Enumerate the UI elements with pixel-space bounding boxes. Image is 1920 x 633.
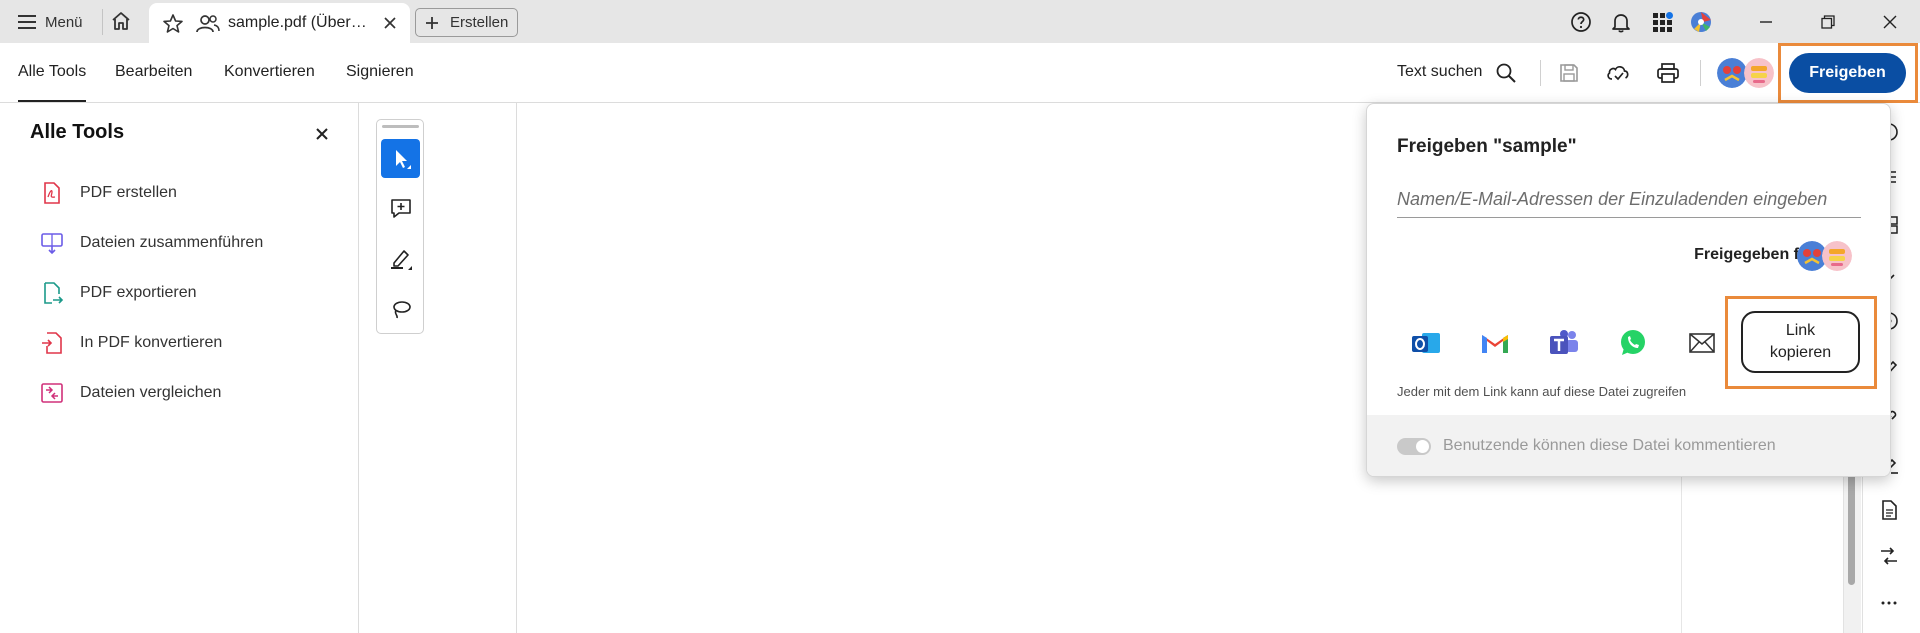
- tab-title: sample.pdf (Über…: [228, 14, 367, 31]
- pdf-create-icon: [44, 182, 60, 204]
- user-avatar[interactable]: [1717, 58, 1747, 88]
- search-text-button[interactable]: Text suchen: [1397, 63, 1482, 81]
- hamburger-icon: [18, 15, 36, 29]
- divider: [1700, 60, 1701, 86]
- shared-with-label: Freigegeben für: [1694, 246, 1815, 263]
- divider: [1540, 60, 1541, 86]
- tool-pdf-create[interactable]: PDF erstellen: [40, 181, 177, 205]
- home-icon: [112, 12, 130, 30]
- minimize-icon[interactable]: [1755, 11, 1777, 33]
- document-tab[interactable]: sample.pdf (Über…: [149, 3, 410, 43]
- help-icon[interactable]: [1570, 11, 1592, 33]
- main-toolbar: Alle Tools Bearbeiten Konvertieren Signi…: [0, 43, 1920, 103]
- more-options-icon[interactable]: [1876, 590, 1902, 616]
- convert-to-pdf-icon: [42, 332, 62, 354]
- add-comment-button[interactable]: [381, 189, 420, 228]
- tool-export-pdf[interactable]: PDF exportieren: [40, 281, 197, 305]
- tab-convert[interactable]: Konvertieren: [224, 63, 315, 81]
- tool-label: In PDF konvertieren: [80, 334, 223, 351]
- quick-tools-strip: [376, 119, 424, 334]
- tool-label: Dateien zusammenführen: [80, 234, 264, 251]
- title-bar: Menü sample.pdf (Über… Erstellen: [0, 0, 1920, 43]
- restore-icon[interactable]: [1817, 11, 1839, 33]
- drag-handle[interactable]: [382, 125, 419, 128]
- tool-label: PDF erstellen: [80, 184, 177, 201]
- cursor-icon: [395, 149, 411, 169]
- mail-icon[interactable]: [1685, 326, 1719, 360]
- lasso-tool-button[interactable]: [381, 289, 420, 328]
- menu-label: Menü: [45, 13, 83, 31]
- outlook-icon[interactable]: [1409, 326, 1443, 360]
- comment-permission-label: Benutzende können diese Datei kommentier…: [1443, 437, 1776, 454]
- share-dialog: Freigeben "sample" Freigegeben für Link …: [1366, 103, 1891, 477]
- tool-label: Dateien vergleichen: [80, 384, 222, 401]
- export-pdf-icon: [44, 282, 64, 304]
- create-label: Erstellen: [450, 14, 509, 31]
- divider: [102, 9, 103, 35]
- print-icon[interactable]: [1654, 59, 1682, 87]
- recipient-input[interactable]: [1397, 182, 1861, 218]
- all-tools-panel: Alle Tools PDF erstellen Dateien zusamme…: [0, 103, 359, 633]
- profile-avatar[interactable]: [1690, 11, 1712, 33]
- share-dialog-footer: Benutzende können diese Datei kommentier…: [1367, 415, 1890, 476]
- teams-icon[interactable]: [1547, 326, 1581, 360]
- collaborator-avatar[interactable]: [1744, 58, 1774, 88]
- tool-merge-files[interactable]: Dateien zusammenführen: [40, 231, 263, 255]
- document-left-edge: [516, 103, 517, 633]
- compare-files-icon: [41, 383, 63, 403]
- whatsapp-icon[interactable]: [1616, 326, 1650, 360]
- close-tab-icon[interactable]: [381, 14, 399, 37]
- panel-title: Alle Tools: [30, 121, 125, 143]
- select-tool-button[interactable]: [381, 139, 420, 178]
- gmail-icon[interactable]: [1478, 326, 1512, 360]
- cloud-sync-icon[interactable]: [1604, 59, 1632, 87]
- tool-convert-to-pdf[interactable]: In PDF konvertieren: [40, 331, 222, 355]
- search-icon[interactable]: [1492, 59, 1520, 87]
- highlighter-icon: [390, 249, 412, 270]
- star-icon[interactable]: [161, 12, 185, 41]
- close-icon[interactable]: [315, 127, 329, 146]
- share-dialog-title: Freigeben "sample": [1397, 136, 1577, 157]
- merge-files-icon: [41, 233, 63, 255]
- tool-label: PDF exportieren: [80, 284, 197, 301]
- create-button[interactable]: Erstellen: [415, 8, 518, 37]
- document-icon[interactable]: [1876, 497, 1902, 523]
- comment-add-icon: [390, 198, 411, 218]
- copy-link-highlight: [1725, 296, 1877, 389]
- shared-collaborator-avatar[interactable]: [1822, 241, 1852, 271]
- close-window-icon[interactable]: [1879, 11, 1901, 33]
- tab-all-tools[interactable]: Alle Tools: [18, 63, 87, 102]
- home-button[interactable]: [110, 10, 132, 32]
- comment-permission-toggle[interactable]: [1397, 438, 1431, 455]
- apps-grid-icon[interactable]: [1651, 11, 1673, 33]
- save-icon[interactable]: [1555, 59, 1583, 87]
- tab-sign[interactable]: Signieren: [346, 63, 414, 81]
- bell-icon[interactable]: [1610, 11, 1632, 33]
- link-access-note: Jeder mit dem Link kann auf diese Datei …: [1397, 384, 1687, 399]
- highlight-tool-button[interactable]: [381, 239, 420, 278]
- tab-edit[interactable]: Bearbeiten: [115, 63, 192, 81]
- menu-button[interactable]: Menü: [18, 10, 83, 34]
- compare-icon[interactable]: [1876, 543, 1902, 569]
- shared-users-icon: [195, 12, 221, 41]
- share-button-highlight: [1778, 43, 1918, 103]
- tool-compare-files[interactable]: Dateien vergleichen: [40, 381, 221, 405]
- lasso-icon: [392, 300, 411, 318]
- plus-icon: [426, 16, 438, 29]
